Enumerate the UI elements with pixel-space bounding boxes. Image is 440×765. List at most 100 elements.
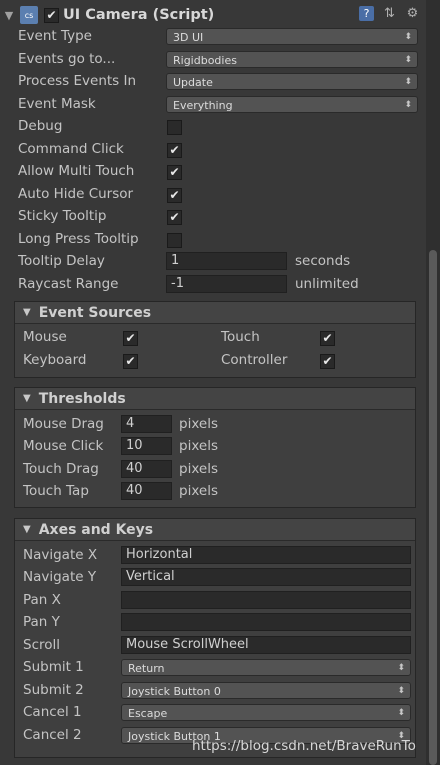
long-press-tooltip-checkbox[interactable] bbox=[167, 233, 182, 248]
auto-hide-cursor-checkbox[interactable]: ✔ bbox=[167, 188, 182, 203]
controller-source: Controller ✔ bbox=[213, 351, 413, 371]
dropdown-arrow-icon: ⬍ bbox=[404, 55, 412, 65]
controller-label: Controller bbox=[221, 352, 288, 368]
navigate-x-row: Navigate X Horizontal bbox=[15, 546, 415, 566]
threshold-unit: pixels bbox=[179, 416, 218, 432]
command-click-row: Command Click ✔ bbox=[0, 140, 426, 160]
dropdown-arrow-icon: ⬍ bbox=[397, 686, 405, 696]
dropdown-arrow-icon: ⬍ bbox=[404, 32, 412, 42]
keyboard-label: Keyboard bbox=[23, 352, 87, 368]
pan-x-row: Pan X bbox=[15, 591, 415, 611]
event-sources-section: ▼ Event Sources Mouse ✔ Touch ✔ Keyboard… bbox=[14, 301, 416, 378]
event-type-label: Event Type bbox=[18, 28, 92, 44]
component-header[interactable]: ▼ cs ✔ UI Camera (Script) ? ⇅ ⚙ bbox=[0, 0, 426, 30]
mouse-source: Mouse ✔ bbox=[15, 328, 215, 348]
threshold-row: Mouse Drag 4 pixels bbox=[15, 415, 415, 435]
events-go-to-row: Events go to... Rigidbodies ⬍ bbox=[0, 50, 426, 70]
touch-label: Touch bbox=[221, 329, 260, 345]
threshold-field[interactable]: 4 bbox=[121, 415, 172, 433]
keyboard-checkbox[interactable]: ✔ bbox=[123, 354, 138, 369]
axes-and-keys-header[interactable]: ▼ Axes and Keys bbox=[15, 519, 415, 541]
threshold-label: Mouse Drag bbox=[23, 416, 104, 432]
threshold-field[interactable]: 10 bbox=[121, 437, 172, 455]
tooltip-delay-field[interactable]: 1 bbox=[166, 252, 287, 270]
threshold-unit: pixels bbox=[179, 461, 218, 477]
fold-arrow-icon[interactable]: ▼ bbox=[23, 307, 31, 318]
dropdown-arrow-icon: ⬍ bbox=[404, 100, 412, 110]
preset-icon[interactable]: ⇅ bbox=[382, 6, 397, 21]
scrollbar-thumb[interactable] bbox=[429, 250, 437, 765]
scroll-label: Scroll bbox=[23, 637, 61, 653]
inspector-panel: ▼ cs ✔ UI Camera (Script) ? ⇅ ⚙ Event Ty… bbox=[0, 0, 426, 765]
cancel-1-label: Cancel 1 bbox=[23, 704, 82, 720]
events-go-to-dropdown[interactable]: Rigidbodies ⬍ bbox=[166, 51, 418, 68]
submit-1-row: Submit 1 Return ⬍ bbox=[15, 658, 415, 678]
event-mask-dropdown[interactable]: Everything ⬍ bbox=[166, 96, 418, 113]
submit-1-dropdown[interactable]: Return ⬍ bbox=[121, 659, 411, 676]
cancel-1-dropdown[interactable]: Escape ⬍ bbox=[121, 704, 411, 721]
pan-x-field[interactable] bbox=[121, 591, 411, 609]
gear-icon[interactable]: ⚙ bbox=[405, 6, 420, 21]
mouse-label: Mouse bbox=[23, 329, 67, 345]
event-mask-label: Event Mask bbox=[18, 96, 96, 112]
sticky-tooltip-checkbox[interactable]: ✔ bbox=[167, 210, 182, 225]
event-mask-row: Event Mask Everything ⬍ bbox=[0, 95, 426, 115]
command-click-label: Command Click bbox=[18, 141, 124, 157]
help-icon[interactable]: ? bbox=[359, 6, 374, 21]
process-events-in-dropdown[interactable]: Update ⬍ bbox=[166, 73, 418, 90]
navigate-x-field[interactable]: Horizontal bbox=[121, 546, 411, 564]
raycast-range-row: Raycast Range -1 unlimited bbox=[0, 275, 426, 295]
watermark: https://blog.csdn.net/BraveRunTo bbox=[192, 738, 416, 754]
tooltip-delay-unit: seconds bbox=[295, 253, 351, 269]
navigate-x-label: Navigate X bbox=[23, 547, 98, 563]
threshold-row: Touch Drag 40 pixels bbox=[15, 460, 415, 480]
event-sources-title: Event Sources bbox=[38, 304, 152, 321]
thresholds-header[interactable]: ▼ Thresholds bbox=[15, 388, 415, 410]
allow-multi-touch-checkbox[interactable]: ✔ bbox=[167, 165, 182, 180]
event-type-row: Event Type 3D UI ⬍ bbox=[0, 27, 426, 47]
fold-arrow-icon[interactable]: ▼ bbox=[23, 393, 31, 404]
mouse-checkbox[interactable]: ✔ bbox=[123, 331, 138, 346]
navigate-y-field[interactable]: Vertical bbox=[121, 568, 411, 586]
fold-arrow-icon[interactable]: ▼ bbox=[23, 524, 31, 535]
tooltip-delay-row: Tooltip Delay 1 seconds bbox=[0, 252, 426, 272]
event-type-dropdown[interactable]: 3D UI ⬍ bbox=[166, 28, 418, 45]
event-sources-header[interactable]: ▼ Event Sources bbox=[15, 302, 415, 324]
process-events-in-label: Process Events In bbox=[18, 73, 137, 89]
threshold-field[interactable]: 40 bbox=[121, 482, 172, 500]
dropdown-arrow-icon: ⬍ bbox=[397, 708, 405, 718]
long-press-tooltip-label: Long Press Tooltip bbox=[18, 231, 139, 247]
dropdown-arrow-icon: ⬍ bbox=[404, 77, 412, 87]
vertical-scrollbar[interactable] bbox=[426, 0, 440, 765]
script-icon: cs bbox=[20, 6, 38, 24]
thresholds-title: Thresholds bbox=[38, 390, 126, 407]
pan-y-field[interactable] bbox=[121, 613, 411, 631]
navigate-y-label: Navigate Y bbox=[23, 569, 97, 585]
fold-arrow-icon[interactable]: ▼ bbox=[0, 9, 18, 22]
cancel-1-row: Cancel 1 Escape ⬍ bbox=[15, 703, 415, 723]
submit-2-label: Submit 2 bbox=[23, 682, 84, 698]
threshold-field[interactable]: 40 bbox=[121, 460, 172, 478]
cancel-2-label: Cancel 2 bbox=[23, 727, 82, 743]
component-enabled-checkbox[interactable]: ✔ bbox=[44, 7, 59, 23]
allow-multi-touch-label: Allow Multi Touch bbox=[18, 163, 135, 179]
long-press-tooltip-row: Long Press Tooltip bbox=[0, 230, 426, 250]
threshold-unit: pixels bbox=[179, 483, 218, 499]
command-click-checkbox[interactable]: ✔ bbox=[167, 143, 182, 158]
axes-and-keys-section: ▼ Axes and Keys Navigate X Horizontal Na… bbox=[14, 518, 416, 758]
sticky-tooltip-label: Sticky Tooltip bbox=[18, 208, 107, 224]
pan-x-label: Pan X bbox=[23, 592, 61, 608]
axes-and-keys-title: Axes and Keys bbox=[38, 521, 154, 538]
touch-checkbox[interactable]: ✔ bbox=[320, 331, 335, 346]
scroll-field[interactable]: Mouse ScrollWheel bbox=[121, 636, 411, 654]
controller-checkbox[interactable]: ✔ bbox=[320, 354, 335, 369]
threshold-row: Touch Tap 40 pixels bbox=[15, 482, 415, 502]
debug-checkbox[interactable] bbox=[167, 120, 182, 135]
raycast-range-label: Raycast Range bbox=[18, 276, 119, 292]
raycast-range-field[interactable]: -1 bbox=[166, 275, 287, 293]
allow-multi-touch-row: Allow Multi Touch ✔ bbox=[0, 162, 426, 182]
pan-y-row: Pan Y bbox=[15, 613, 415, 633]
sticky-tooltip-row: Sticky Tooltip ✔ bbox=[0, 207, 426, 227]
submit-2-dropdown[interactable]: Joystick Button 0 ⬍ bbox=[121, 682, 411, 699]
threshold-label: Touch Tap bbox=[23, 483, 89, 499]
